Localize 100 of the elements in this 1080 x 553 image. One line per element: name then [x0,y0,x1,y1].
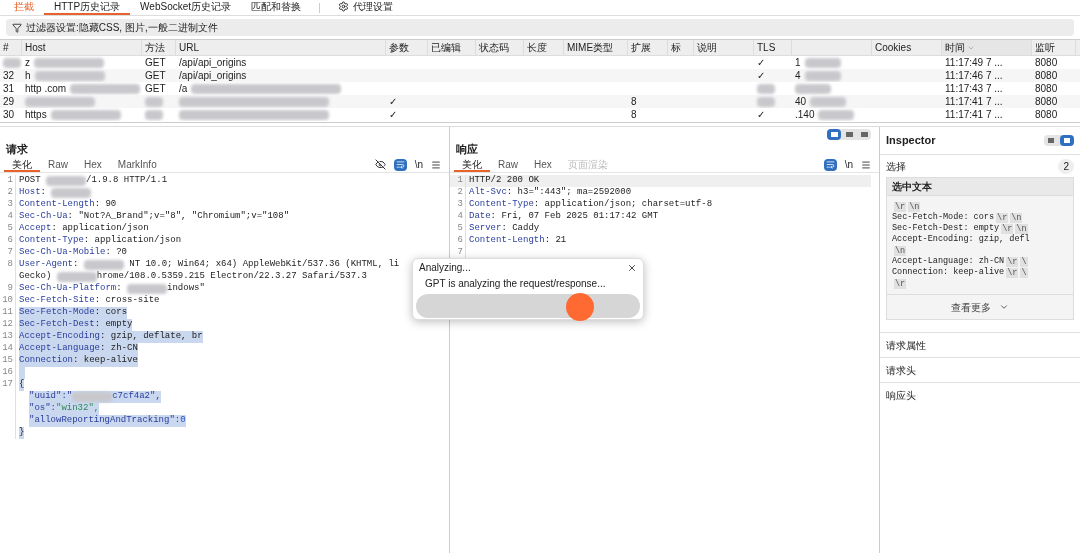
line-number: 13 [2,331,13,342]
column-header[interactable]: 已编辑 [428,40,476,55]
column-header[interactable]: 状态码 [476,40,524,55]
table-cell: GET [145,56,166,69]
column-header[interactable]: URL [176,40,386,55]
code-line: POST /1.9.8 HTTP/1.1 [19,175,168,187]
table-cell: 11:17:49 7 ... [945,56,1003,69]
column-header[interactable]: 参数 [386,40,428,55]
close-icon[interactable] [627,262,637,273]
line-number: 4 [457,211,463,222]
show-more-button[interactable]: 查看更多 [951,299,1009,315]
proxy-tab[interactable]: WebSocket历史记录 [130,0,242,15]
table-cell: ✓ [389,108,397,121]
line-number: 10 [2,295,13,306]
column-header[interactable]: 长度 [524,40,564,55]
line-number: 12 [2,319,13,330]
line-number: 7 [457,247,463,258]
proxy-tab[interactable]: 匹配和替换 [241,0,312,15]
column-label: URL [179,41,199,55]
wrap-toggle[interactable] [393,158,407,171]
menu-icon[interactable] [431,159,441,170]
column-label: 说明 [697,41,717,55]
control-character: \ [1020,256,1028,267]
editor-tab[interactable]: Hex [526,157,560,172]
table-cell: 8080 [1035,95,1058,108]
newline-toggle[interactable]: \n [414,157,423,172]
table-cell: 11:17:43 7 ... [945,82,1003,95]
table-cell: ✓ [757,69,765,82]
table-cell: 8 [631,95,637,108]
proxy-tab[interactable]: HTTP历史记录 [44,0,131,15]
table-cell: 40 [795,95,807,108]
line-number: 15 [2,355,13,366]
table-cell: 11:17:46 7 ... [945,69,1003,82]
code-line: HTTP/2 200 OK [469,175,540,187]
column-header[interactable]: 扩展 [628,40,668,55]
menu-icon[interactable] [861,159,871,170]
editor-tab[interactable]: Raw [40,157,76,172]
line-number: 3 [457,199,463,210]
column-label: 状态码 [479,41,509,55]
selected-text-line: Accept-Encoding: gzip, defl [892,233,1030,246]
table-cell: 8080 [1035,69,1058,82]
layout-toggle[interactable] [827,128,841,140]
column-header[interactable]: 监听 [1032,40,1076,55]
column-label: 已编辑 [431,41,461,55]
inspector-section[interactable]: 请求头 [880,357,1080,382]
control-character: \r [1006,267,1019,278]
control-character: \r [996,212,1009,223]
control-character: \ [1020,267,1028,278]
table-cell: https [25,108,47,121]
inspector-section[interactable]: 请求属性 [880,332,1080,357]
control-character: \r [894,278,907,289]
editor-tab[interactable]: 美化 [454,157,490,172]
control-character: \r [894,201,907,212]
column-header[interactable]: Host [22,40,142,55]
blurred-redaction [46,176,86,186]
inspector-section[interactable]: 响应头 [880,382,1080,407]
table-cell: 30 [3,108,15,121]
code-line: Sec-Ch-Ua-Platform: indows" [19,283,205,295]
control-character: \r [1001,223,1014,234]
column-label: MIME类型 [567,41,614,55]
code-line: Accept: application/json [19,223,149,235]
wrap-toggle[interactable] [823,158,837,171]
selected-text-line: Accept-Language: zh-CN [892,255,1005,267]
table-cell: 4 [795,69,801,82]
editor-tab[interactable]: Raw [490,157,526,172]
code-line: Host: [19,187,92,199]
line-number: 16 [2,367,13,378]
table-cell: /a [179,82,188,95]
editor-tab[interactable]: MarkInfo [109,157,165,172]
line-number: 5 [457,223,463,234]
column-header[interactable]: 时间 [942,40,1032,55]
column-header[interactable]: 方法 [142,40,176,55]
column-header[interactable]: TLS [754,40,792,55]
selection-count: 2 [1058,158,1074,174]
editor-tab[interactable]: 美化 [4,157,40,172]
column-header[interactable]: # [0,40,22,55]
column-label: 长度 [527,41,547,55]
hide-icon[interactable] [374,159,386,170]
filter-icon[interactable] [12,22,22,33]
table-cell: 11:17:41 7 ... [945,95,1003,108]
newline-toggle[interactable]: \n [844,157,853,172]
table-cell: GET [145,82,166,95]
column-label: 方法 [145,41,165,55]
dialog-message: GPT is analyzing the request/response... [424,277,607,291]
code-line: Sec-Ch-Ua: "Not?A_Brand";v="8", "Chromium";v="108" [19,211,290,223]
column-header[interactable]: MIME类型 [564,40,628,55]
table-cell: 1 [795,56,801,69]
column-label: Host [25,41,46,55]
proxy-tab[interactable]: 代理设置 [328,0,404,15]
line-number: 17 [2,379,13,390]
filter-settings[interactable]: 过滤器设置:隐藏CSS, 图片,一般二进制文件 [26,20,218,35]
control-character: \n [1015,223,1028,234]
view-toggle[interactable] [1060,135,1074,146]
editor-tab[interactable]: Hex [76,157,110,172]
proxy-tab[interactable]: 拦截 [4,0,44,15]
pane-title: 请求 [6,141,28,157]
column-header[interactable]: 标 [668,40,694,55]
code-line: Alt-Svc: h3=":443"; ma=2592000 [469,187,632,199]
column-header[interactable]: 说明 [694,40,754,55]
control-character: \r [1006,256,1019,267]
